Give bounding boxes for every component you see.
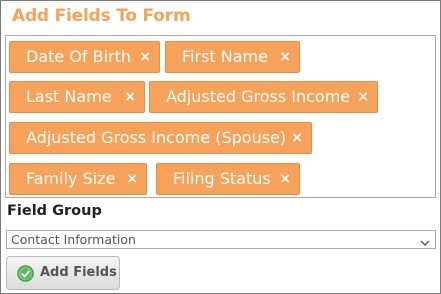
field-group-label: Field Group xyxy=(7,203,102,219)
field-tag-label: First Name xyxy=(182,47,268,66)
close-icon[interactable]: × xyxy=(139,42,151,72)
field-tag-label: Adjusted Gross Income (Spouse) xyxy=(26,128,287,147)
close-icon[interactable]: × xyxy=(291,123,303,153)
add-fields-button[interactable]: Add Fields xyxy=(6,256,120,290)
field-tag[interactable]: Adjusted Gross Income × xyxy=(149,81,378,113)
field-tag[interactable]: Family Size × xyxy=(9,163,147,195)
field-tag[interactable]: Date Of Birth × xyxy=(9,41,160,73)
field-tag-label: Adjusted Gross Income xyxy=(166,87,351,106)
close-icon[interactable]: × xyxy=(126,164,138,194)
chevron-down-icon[interactable] xyxy=(420,235,430,246)
field-tag[interactable]: Filing Status × xyxy=(156,163,300,195)
panel-title: Add Fields To Form xyxy=(12,6,191,26)
close-icon[interactable]: × xyxy=(279,164,291,194)
add-fields-label: Add Fields xyxy=(40,265,117,280)
field-tag-label: Filing Status xyxy=(173,169,271,188)
field-tag-label: Family Size xyxy=(26,169,116,188)
field-tag-label: Date Of Birth xyxy=(26,47,132,66)
field-tag[interactable]: Adjusted Gross Income (Spouse) × xyxy=(9,122,312,154)
add-fields-panel: Add Fields To Form Date Of Birth × First… xyxy=(0,0,441,294)
check-circle-icon xyxy=(17,265,34,282)
field-group-selected-value: Contact Information xyxy=(11,232,136,247)
close-icon[interactable]: × xyxy=(357,82,369,112)
field-tag[interactable]: First Name × xyxy=(165,41,300,73)
close-icon[interactable]: × xyxy=(279,42,291,72)
selected-fields-box[interactable]: Date Of Birth × First Name × Last Name ×… xyxy=(5,35,436,198)
field-group-select[interactable]: Contact Information xyxy=(6,230,436,249)
field-tag[interactable]: Last Name × xyxy=(9,81,145,113)
field-tag-label: Last Name xyxy=(26,87,112,106)
close-icon[interactable]: × xyxy=(124,82,136,112)
